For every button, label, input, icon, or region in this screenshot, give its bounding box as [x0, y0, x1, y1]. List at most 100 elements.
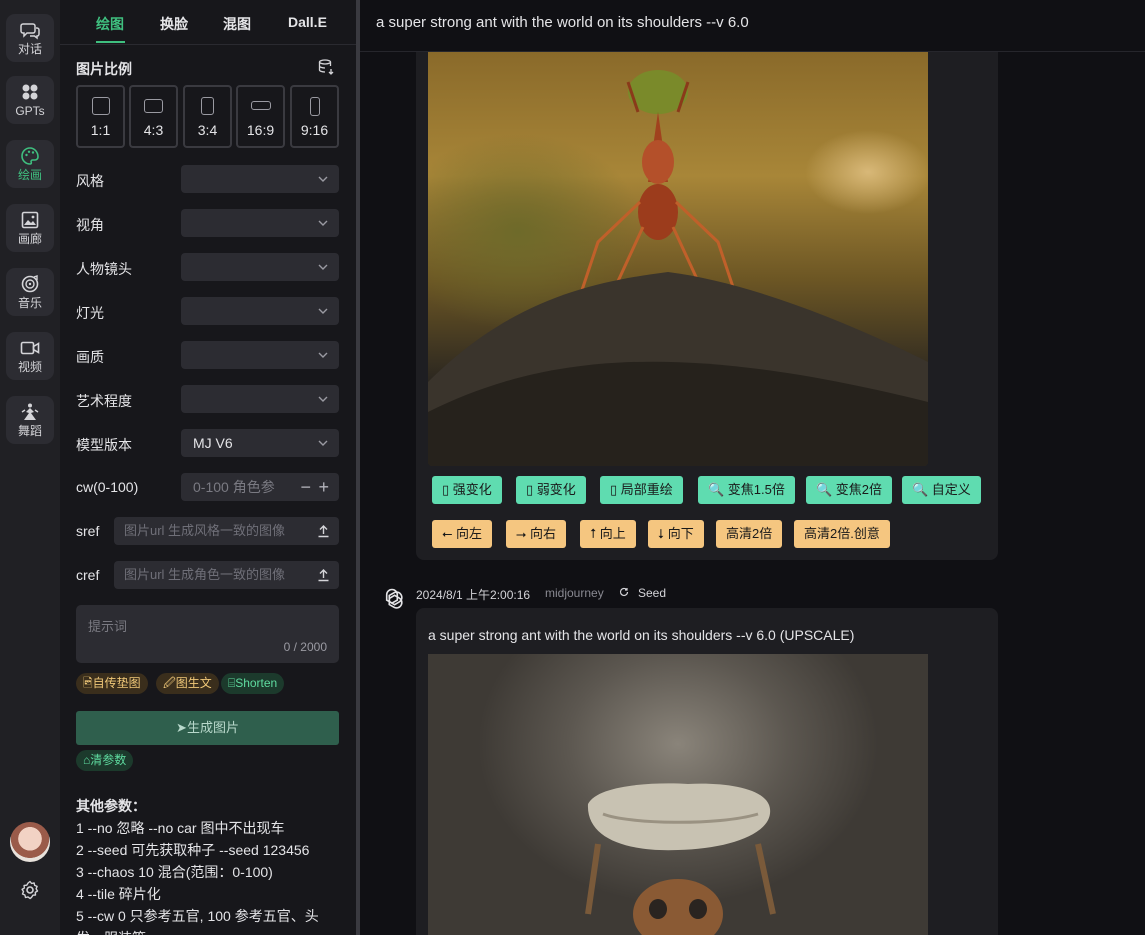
cw-plus-button[interactable]: +	[318, 478, 329, 496]
chevron-down-icon	[318, 220, 328, 226]
refresh-icon[interactable]	[619, 587, 629, 597]
cref-placeholder: 图片url 生成角色一致的图像	[124, 567, 286, 582]
other-params-help: 其他参数： 1 --no 忽略 --no car 图中不出现车 2 --seed…	[76, 795, 346, 935]
sref-input[interactable]: 图片url 生成风格一致的图像	[114, 517, 339, 545]
shot-select[interactable]	[181, 253, 339, 281]
chat-icon	[20, 20, 40, 40]
rail-item-chat[interactable]: 对话	[6, 14, 54, 62]
cref-input[interactable]: 图片url 生成角色一致的图像	[114, 561, 339, 589]
ratio-title: 图片比例	[76, 61, 132, 77]
quality-label: 画质	[76, 349, 104, 365]
music-disc-icon	[20, 274, 40, 294]
chevron-down-icon	[318, 352, 328, 358]
pan-down-button[interactable]: ⭣ 向下	[648, 520, 704, 548]
ratio-option-16-9[interactable]: 16:9	[236, 85, 285, 148]
seed-button[interactable]: Seed	[638, 586, 666, 600]
quality-select[interactable]	[181, 341, 339, 369]
notes-line: 2 --seed 可先获取种子 --seed 123456	[76, 842, 310, 858]
stylize-label: 艺术程度	[76, 393, 132, 409]
ratio-label: 9:16	[300, 122, 329, 138]
tab-draw[interactable]: 绘图	[96, 14, 124, 34]
zoom-out-2x-button[interactable]: 🔍 变焦2倍	[806, 476, 893, 504]
custom-zoom-button[interactable]: 🔍 自定义	[902, 476, 981, 504]
message-timestamp: 2024/8/1 上午2:00:16	[416, 588, 531, 602]
cref-label: cref	[76, 567, 100, 583]
conversation-header: a super strong ant with the world on its…	[360, 0, 1145, 52]
ratio-shape	[91, 97, 110, 115]
view-select[interactable]	[181, 209, 339, 237]
settings-panel: 绘图 换脸 混图 Dall.E 图片比例 1:1 4:3 3:4 16:9 9:…	[60, 0, 356, 935]
panel-divider[interactable]	[356, 0, 360, 935]
model-version-select[interactable]: MJ V6	[181, 429, 339, 457]
strong-variation-button[interactable]: ▯ 强变化	[432, 476, 502, 504]
upscale-2x-button[interactable]: 高清2倍	[716, 520, 783, 548]
database-icon[interactable]	[317, 58, 335, 76]
ratio-label: 1:1	[90, 122, 111, 138]
gear-icon[interactable]	[19, 879, 41, 901]
generate-image-button[interactable]: ➤生成图片	[76, 711, 339, 745]
rail-item-gallery[interactable]: 画廊	[6, 204, 54, 252]
notes-line: 1 --no 忽略 --no car 图中不出现车	[76, 820, 285, 836]
pan-right-button[interactable]: ⭢ 向右	[506, 520, 567, 548]
lighting-select[interactable]	[181, 297, 339, 325]
tab-faceswap[interactable]: 换脸	[160, 14, 188, 34]
rail-item-gpts[interactable]: GPTs	[6, 76, 54, 124]
rail-item-music[interactable]: 音乐	[6, 268, 54, 316]
image-to-text-chip[interactable]: 🖉图生文	[156, 673, 219, 694]
upscale-2x-creative-button[interactable]: 高清2倍.创意	[794, 520, 890, 548]
palette-icon	[20, 146, 40, 166]
image-icon	[20, 210, 40, 230]
notes-line: 3 --chaos 10 混合(范围：0-100)	[76, 864, 273, 880]
upload-icon[interactable]	[317, 524, 330, 538]
ratio-option-1-1[interactable]: 1:1	[76, 85, 125, 148]
rail-item-draw[interactable]: 绘画	[6, 140, 54, 188]
upload-icon[interactable]	[317, 568, 330, 582]
message-source: midjourney	[545, 586, 604, 600]
tab-dalle[interactable]: Dall.E	[288, 14, 327, 30]
style-label: 风格	[76, 173, 104, 189]
ratio-option-4-3[interactable]: 4:3	[129, 85, 178, 148]
style-select[interactable]	[181, 165, 339, 193]
view-label: 视角	[76, 217, 104, 233]
chevron-down-icon	[318, 440, 328, 446]
rail-item-video[interactable]: 视频	[6, 332, 54, 380]
ratio-shape	[250, 101, 271, 110]
notes-line: 5 --cw 0 只参考五官, 100 参考五官、头	[76, 908, 319, 924]
subtle-variation-button[interactable]: ▯ 弱变化	[516, 476, 586, 504]
cw-minus-button[interactable]: −	[300, 478, 311, 496]
pan-left-button[interactable]: ⭠ 向左	[432, 520, 493, 548]
stylize-select[interactable]	[181, 385, 339, 413]
rail-label: GPTs	[15, 104, 45, 118]
select-value: MJ V6	[193, 435, 233, 451]
generated-image[interactable]	[428, 52, 928, 466]
chevron-down-icon	[318, 308, 328, 314]
openai-logo-icon	[385, 588, 403, 609]
apps-grid-icon	[20, 82, 40, 102]
ratio-label: 16:9	[246, 122, 275, 138]
dance-icon	[20, 402, 40, 422]
rail-label: 绘画	[17, 168, 42, 182]
ratio-option-9-16[interactable]: 9:16	[290, 85, 339, 148]
chevron-down-icon	[318, 396, 328, 402]
icon-rail: 对话 GPTs 绘画 画廊 音乐 视频 舞蹈	[0, 0, 60, 935]
prompt-char-count: 0 / 2000	[283, 640, 327, 654]
tab-blend[interactable]: 混图	[223, 14, 251, 34]
pan-up-button[interactable]: ⭡ 向上	[580, 520, 636, 548]
upload-base-image-chip[interactable]: 🖻自传垫图	[76, 673, 148, 694]
clear-params-chip[interactable]: ⌂清参数	[76, 750, 134, 771]
ratio-label: 3:4	[197, 122, 218, 138]
notes-line: 发、服装等	[76, 927, 346, 935]
vary-region-button[interactable]: ▯ 局部重绘	[600, 476, 683, 504]
ant-rock-illustration	[585, 783, 776, 935]
prompt-textarea[interactable]: 提示词 0 / 2000	[76, 605, 339, 663]
cw-stepper[interactable]: 0-100 角色参 − +	[181, 473, 339, 501]
rail-item-dance[interactable]: 舞蹈	[6, 396, 54, 444]
upscaled-image[interactable]	[428, 654, 928, 935]
zoom-out-1-5x-button[interactable]: 🔍 变焦1.5倍	[698, 476, 795, 504]
ratio-option-3-4[interactable]: 3:4	[183, 85, 232, 148]
avatar[interactable]	[10, 822, 50, 862]
shorten-chip[interactable]: ⌸Shorten	[221, 673, 285, 694]
notes-title: 其他参数：	[76, 798, 146, 814]
rail-label: 视频	[17, 360, 42, 374]
sref-label: sref	[76, 523, 100, 539]
